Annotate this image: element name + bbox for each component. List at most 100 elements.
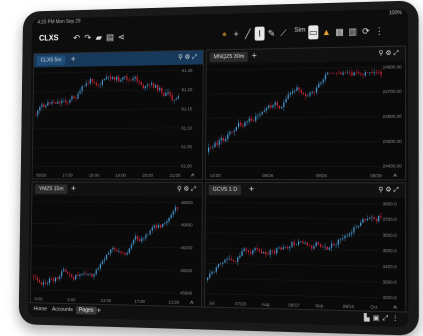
candle-body (130, 80, 131, 81)
add-page-icon[interactable]: + (97, 306, 101, 315)
candle-body (85, 273, 86, 274)
candle-body (287, 247, 288, 248)
chat-icon[interactable]: ▭ (308, 25, 318, 39)
candlestick-chart[interactable]: 61.2561.2061.1561.1061.0561.0009/2617:00… (33, 64, 203, 178)
settings-icon[interactable]: ⚙ (183, 186, 191, 193)
alerts-icon[interactable]: ▲ (321, 25, 331, 39)
expand-icon[interactable]: ⤢ (393, 186, 400, 193)
link-icon[interactable]: ⚲ (378, 186, 385, 193)
news-icon[interactable]: ▥ (348, 24, 358, 38)
collapse-caret-icon[interactable]: ^ (191, 174, 194, 181)
chart-header: YMZ5 15m + ⚲⚙⤢ (32, 182, 202, 196)
more-icon[interactable]: ⋮ (392, 315, 402, 323)
menu-icon[interactable]: ⋮ (374, 24, 384, 38)
chart-area[interactable]: 24800.0024700.0024600.0024500.0024400.00… (206, 61, 405, 180)
chart-tab[interactable]: GCV5 1 D (209, 185, 241, 195)
candle-body (89, 274, 90, 275)
fullscreen-icon[interactable]: ⤢ (383, 315, 392, 322)
chart-panel-gcv5[interactable]: GCV5 1 D + ⚲⚙⤢ 3800.03700.03600.03500.03… (204, 182, 406, 313)
candle-body (338, 240, 339, 245)
x-tick-label: Sep (315, 303, 324, 308)
candle-body (367, 72, 368, 73)
y-tick-label: 61.20 (182, 87, 193, 92)
candle-body (49, 102, 50, 103)
draw-tools-icon[interactable]: ✎ (266, 26, 276, 40)
candle-body (168, 218, 169, 222)
add-tab-icon[interactable]: + (71, 54, 76, 64)
add-tab-icon[interactable]: + (71, 183, 76, 193)
x-tick-label: 21:00 (170, 173, 181, 178)
pencil-icon[interactable]: ╱ (243, 27, 253, 41)
folder-icon[interactable]: ▰ (94, 31, 103, 45)
chart-panel-ymz5[interactable]: YMZ5 15m + ⚲⚙⤢ 4660046400462004600045800… (30, 181, 203, 307)
chart-area[interactable]: 46600464004620046000458000:009:0013:0017… (31, 196, 202, 307)
expand-icon[interactable]: ⤢ (192, 54, 199, 61)
candle-body (43, 104, 44, 107)
link-icon[interactable]: ⚲ (378, 50, 385, 57)
expand-icon[interactable]: ⤢ (393, 50, 400, 57)
candle-body (327, 247, 328, 250)
redo-icon[interactable]: ↷ (83, 31, 92, 45)
y-tick-label: 3600.0 (383, 232, 398, 237)
candle-body (272, 250, 273, 251)
undo-icon[interactable]: ↶ (72, 31, 81, 45)
chart-panel-clx5[interactable]: CLX5 5m + ⚲⚙⤢ 61.2561.2061.1561.1061.056… (32, 50, 204, 180)
layout-icon[interactable]: ▙ (364, 315, 373, 322)
candle-body (331, 244, 332, 248)
candle-body (86, 83, 87, 86)
y-tick-label: 3200.0 (382, 295, 397, 301)
window-icon[interactable]: ▣ (373, 315, 383, 322)
settings-icon[interactable]: ⚙ (385, 50, 393, 57)
chart-panel-mnqz5[interactable]: MNQZ5 30m + ⚲⚙⤢ 24800.0024700.0024600.00… (205, 45, 406, 180)
candle-body (266, 108, 267, 111)
save-icon[interactable]: ▤ (105, 30, 114, 44)
expand-icon[interactable]: ⤢ (191, 186, 198, 193)
candle-body (102, 80, 103, 85)
refresh-icon[interactable]: ⟳ (361, 24, 371, 38)
x-tick-label: 09/16 (343, 304, 355, 310)
candle-body (250, 252, 251, 254)
candle-body (59, 102, 60, 103)
chart-controls: ⚲⚙⤢ (177, 185, 198, 194)
add-tab-icon[interactable]: + (252, 51, 257, 61)
candle-body (118, 77, 119, 82)
candlestick-chart[interactable]: 46600464004620046000458000:009:0013:0017… (31, 196, 202, 307)
candle-body (159, 88, 160, 90)
candle-body (376, 72, 377, 73)
tab-accounts[interactable]: Accounts (52, 307, 73, 313)
sim-toggle[interactable]: Sim (294, 27, 305, 34)
candle-body (160, 225, 161, 227)
candle-body (351, 73, 352, 76)
tab-home[interactable]: Home (33, 306, 47, 312)
add-tab-icon[interactable]: + (249, 184, 254, 194)
candle-body (353, 227, 354, 232)
brush-icon[interactable]: ⟋ (278, 26, 288, 40)
text-tool-icon[interactable]: I (255, 27, 265, 41)
tab-pages[interactable]: Pages (76, 306, 96, 314)
candle-body (84, 86, 85, 87)
candlestick-chart[interactable]: 24800.0024700.0024600.0024500.0024400.00… (206, 61, 405, 180)
settings-icon[interactable]: ⚙ (385, 186, 393, 193)
workspace-title[interactable]: CLXS (39, 34, 59, 43)
chart-tab[interactable]: MNQZ5 30m (210, 52, 249, 63)
x-tick-label: 09/26 (36, 173, 47, 178)
candle-body (342, 238, 343, 239)
candle-body (135, 77, 136, 79)
calendar-icon[interactable]: ▦ (334, 25, 344, 39)
chart-tab[interactable]: CLX5 5m (37, 55, 65, 65)
candle-body (272, 105, 273, 107)
chart-area[interactable]: 61.2561.2061.1561.1061.0561.0009/2617:00… (33, 64, 203, 178)
y-tick-label: 24700.00 (383, 89, 403, 94)
settings-icon[interactable]: ⚙ (185, 54, 193, 61)
candlestick-chart[interactable]: 3800.03700.03600.03500.03400.03300.03200… (205, 197, 405, 312)
crosshair-icon[interactable]: ⌖ (219, 27, 229, 41)
candle-body (120, 80, 121, 82)
share-icon[interactable]: ⋖ (116, 30, 126, 44)
candle-body (263, 252, 264, 253)
candle-body (242, 125, 243, 126)
chart-area[interactable]: 3800.03700.03600.03500.03400.03300.03200… (205, 197, 405, 312)
add-icon[interactable]: + (231, 27, 241, 41)
candle-body (98, 85, 99, 86)
collapse-caret-icon[interactable]: ^ (393, 174, 396, 181)
chart-tab[interactable]: YMZ5 15m (35, 184, 67, 194)
